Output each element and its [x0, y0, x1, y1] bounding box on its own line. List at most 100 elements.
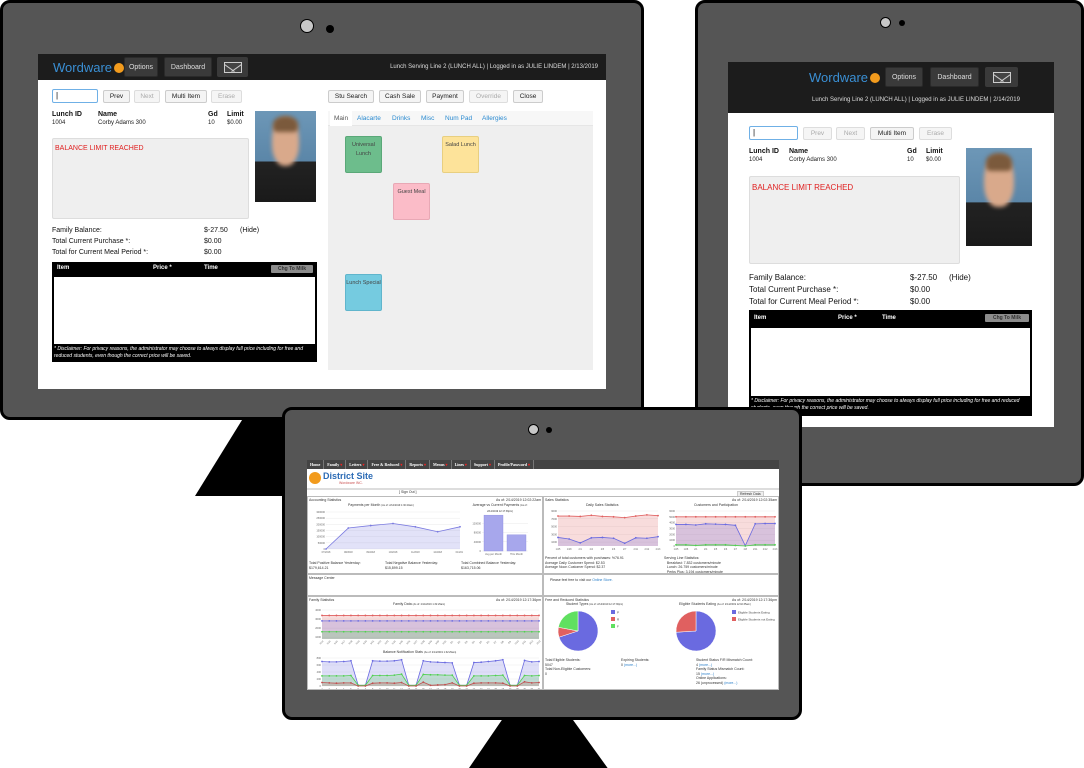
x-tick-label: 2/2	[457, 640, 462, 645]
family-balance-label: Family Balance:	[749, 273, 806, 282]
data-point	[392, 522, 394, 525]
wordware-logo[interactable]: Wordware	[809, 70, 881, 85]
more-link[interactable]: (more...)	[701, 672, 714, 676]
x-tick-label: 13	[407, 688, 410, 689]
stu-search-button[interactable]: Stu Search	[328, 90, 374, 103]
table-body	[54, 277, 315, 344]
limit-value: $0.00	[926, 157, 942, 163]
mail-button[interactable]	[217, 57, 248, 77]
sign-out-link[interactable]: [ Sign Out ]	[399, 490, 417, 495]
tab-main[interactable]: Main	[330, 111, 353, 126]
dashboard-screen: Home Family ▾ Letters ▾ Free & Reduced ▾ Rep…	[307, 460, 779, 690]
hide-link-text[interactable]: Hide	[242, 227, 256, 234]
x-tick-label: 18	[444, 688, 447, 689]
salad-lunch-tile[interactable]: Salad Lunch	[442, 136, 479, 173]
next-button[interactable]: Next	[134, 90, 160, 103]
data-point	[357, 619, 360, 622]
data-point	[473, 630, 475, 633]
tab-alacarte[interactable]: Alacarte	[353, 111, 385, 126]
data-point	[335, 660, 338, 663]
menu-item-menus[interactable]: Menus ▾	[430, 460, 452, 469]
tab-num-pad[interactable]: Num Pad	[441, 111, 476, 126]
menu-item-profile-password[interactable]: Profile/Password ▾	[495, 460, 535, 469]
x-tick-label: 10/2018	[389, 551, 398, 554]
prev-button[interactable]: Prev	[103, 90, 130, 103]
hide-link[interactable]: (Hide)	[949, 273, 971, 282]
main-menu: Home Family ▾ Letters ▾ Free & Reduced ▾ Rep…	[307, 460, 779, 469]
multi-item-button[interactable]: Multi Item	[870, 127, 914, 140]
menu-item-letters[interactable]: Letters ▾	[346, 460, 369, 469]
dashboard-button[interactable]: Dashboard	[930, 67, 979, 87]
dashboard-button[interactable]: Dashboard	[164, 57, 212, 77]
menu-item-free-reduced[interactable]: Free & Reduced ▾	[368, 460, 407, 469]
data-point	[444, 674, 446, 677]
data-point	[623, 516, 626, 519]
override-button[interactable]: Override	[469, 90, 508, 103]
y-tick-label: 400	[317, 670, 322, 674]
x-tick-label: 2/5	[601, 548, 605, 551]
next-button[interactable]: Next	[836, 127, 865, 140]
chg-to-milk-button[interactable]: Chg To Milk	[271, 265, 313, 273]
x-tick-label: 1/25	[674, 548, 679, 551]
tab-drinks[interactable]: Drinks	[388, 111, 414, 126]
wordware-logo[interactable]: Wordware	[53, 60, 125, 75]
data-point	[530, 674, 533, 677]
message-center: Message Center	[307, 574, 543, 596]
x-tick-label: 2/1	[450, 640, 455, 645]
x-tick-label: 2/8	[500, 640, 505, 645]
close-button[interactable]: Close	[513, 90, 543, 103]
guest-meal-tile[interactable]: Guest Meal	[393, 183, 430, 220]
menu-item-home[interactable]: Home	[307, 460, 325, 469]
more-link[interactable]: (more...)	[699, 663, 712, 667]
hide-link-text[interactable]: Hide	[952, 273, 968, 282]
cash-sale-button[interactable]: Cash Sale	[379, 90, 421, 103]
menu-item-reports[interactable]: Reports ▾	[406, 460, 430, 469]
more-link[interactable]: (more...)	[724, 681, 737, 685]
menu-item-family[interactable]: Family ▾	[324, 460, 347, 469]
x-tick-label: 2/11	[634, 548, 639, 551]
data-point	[734, 515, 737, 518]
data-point	[407, 619, 410, 622]
multi-item-button[interactable]: Multi Item	[165, 90, 207, 103]
data-point	[342, 614, 345, 617]
lunch-id-header: Lunch ID	[749, 148, 779, 155]
x-tick-label: 1/26	[406, 639, 412, 645]
x-tick-label: 2/7	[623, 548, 627, 551]
data-point	[568, 515, 571, 517]
online-store-link[interactable]: Online Store.	[592, 578, 612, 582]
lunch-special-tile[interactable]: Lunch Special	[345, 274, 382, 311]
data-point	[393, 619, 396, 622]
data-point	[714, 543, 717, 546]
more-link[interactable]: (more...)	[624, 663, 637, 667]
data-point	[516, 685, 519, 687]
data-point	[415, 614, 417, 617]
options-button[interactable]: Options	[124, 57, 158, 77]
prev-button[interactable]: Prev	[803, 127, 832, 140]
x-tick-label: 1/14	[319, 639, 325, 645]
data-point	[530, 660, 533, 663]
hide-link[interactable]: (Hide)	[240, 227, 259, 234]
x-tick-label: 1/28	[567, 548, 572, 551]
data-point	[422, 673, 425, 676]
universal-lunch-tile[interactable]: Universal Lunch	[345, 136, 382, 173]
data-point	[465, 619, 468, 622]
tab-allergies[interactable]: Allergies	[478, 111, 511, 126]
data-point	[465, 685, 468, 687]
x-tick-label: 14	[415, 688, 418, 689]
menu-item-support[interactable]: Support ▾	[471, 460, 495, 469]
data-point	[436, 684, 439, 686]
erase-button[interactable]: Erase	[211, 90, 242, 103]
lunch-id-input[interactable]: |	[52, 89, 98, 103]
lunch-id-input[interactable]: |	[749, 126, 798, 140]
payment-button[interactable]: Payment	[426, 90, 464, 103]
options-button[interactable]: Options	[885, 67, 923, 87]
name-header: Name	[789, 148, 809, 155]
data-point	[473, 674, 475, 677]
meal-period-value: $0.00	[910, 297, 931, 306]
mail-button[interactable]	[985, 67, 1018, 87]
y-tick-label: 300000	[316, 510, 325, 514]
menu-item-lines[interactable]: Lines ▾	[452, 460, 471, 469]
erase-button[interactable]: Erase	[919, 127, 952, 140]
tab-misc[interactable]: Misc	[417, 111, 438, 126]
chg-to-milk-button[interactable]: Chg To Milk	[985, 314, 1029, 322]
